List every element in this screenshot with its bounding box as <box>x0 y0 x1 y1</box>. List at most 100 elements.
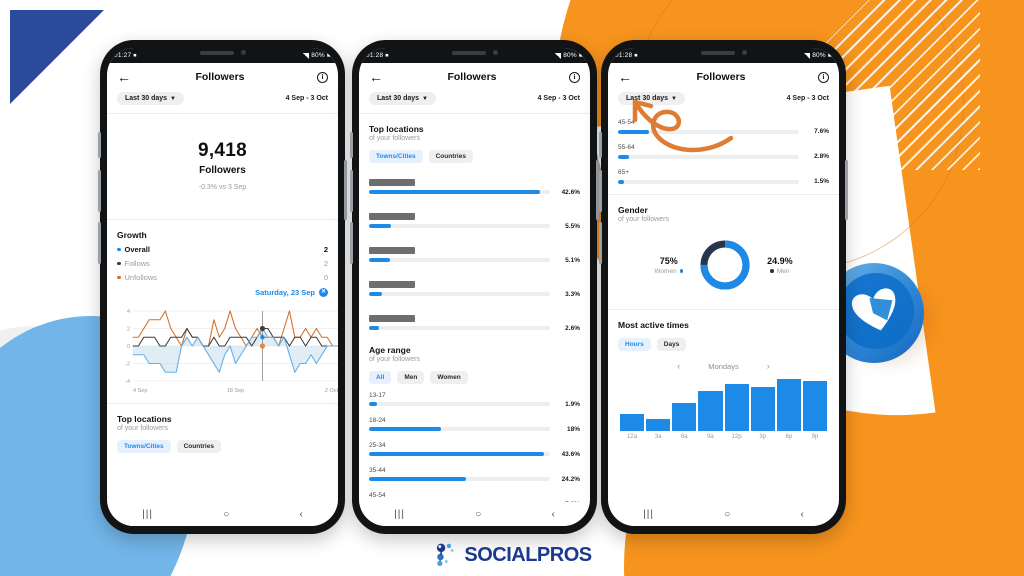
info-circle-icon[interactable]: i <box>317 71 328 83</box>
phone-3-scroll-area[interactable]: 45-54 7.6% 55-64 2.8% 65+ 1.5% Gender of your… <box>608 113 839 502</box>
hour-bar-column[interactable] <box>672 379 697 431</box>
bar-percent: 7.6% <box>814 128 829 135</box>
phone-2-scroll-area[interactable]: Top locations of your followers Towns/Ci… <box>359 114 590 502</box>
hour-bar-column[interactable] <box>802 379 827 431</box>
bar-track <box>369 190 550 195</box>
home-button[interactable]: ○ <box>724 509 730 520</box>
donut-chart-svg <box>700 240 750 290</box>
date-range-selector[interactable]: Last 30 days ▼ <box>117 92 184 105</box>
signal-bars-icon <box>804 52 811 59</box>
bar-row: 2.8% <box>618 153 829 160</box>
bar-item: 25-34 43.6% <box>369 442 580 458</box>
redacted-label <box>369 178 415 186</box>
bar-percent: 43.6% <box>561 450 580 458</box>
tab-countries[interactable]: Countries <box>176 440 221 453</box>
top-locations-subtitle: of your followers <box>369 134 420 142</box>
chevron-right-icon[interactable]: › <box>767 361 770 371</box>
locations-tab-group: Towns/Cities Countries <box>117 440 328 453</box>
legend-dot-unfollows <box>117 275 121 280</box>
phone-2-screen: 01:28 ⏹ 80% ■ ← Followers i Last 30 days… <box>359 48 590 526</box>
navy-triangle-shape <box>10 10 104 104</box>
legend-row-overall[interactable]: Overall 2 <box>117 245 328 254</box>
hour-bar-column[interactable] <box>776 379 801 431</box>
hour-bar-column[interactable] <box>646 379 671 431</box>
close-circle-icon[interactable]: ✕ <box>319 288 328 297</box>
home-button[interactable]: ○ <box>475 509 481 520</box>
info-circle-icon[interactable]: i <box>818 71 829 83</box>
phone-1-scroll-area[interactable]: 9,418 Followers -0.3% vs 3 Sep Growth Ov… <box>107 114 338 502</box>
bar-row: 2.6% <box>369 325 580 332</box>
svg-text:2 Oct: 2 Oct <box>325 388 338 394</box>
hour-bar <box>646 419 671 431</box>
redacted-label <box>369 280 415 288</box>
phone-mockup-1: 01:27 ⏹ 80% ■ ← Followers i Last 30 days… <box>98 40 347 534</box>
tab-days[interactable]: Days <box>656 338 687 351</box>
bar-track <box>618 154 799 159</box>
bar-percent: 2.6% <box>565 324 580 332</box>
legend-row-unfollows[interactable]: Unfollows 0 <box>117 273 328 282</box>
bar-fill <box>618 154 630 159</box>
bar-percent: 1.9% <box>565 400 580 408</box>
status-battery: 80% <box>812 52 826 59</box>
hours-bar-chart[interactable] <box>618 379 829 431</box>
nav-back-button[interactable]: ‹ <box>300 509 303 520</box>
legend-row-follows[interactable]: Follows 2 <box>117 259 328 268</box>
chevron-left-icon[interactable]: ‹ <box>677 361 680 371</box>
date-range-text: 4 Sep - 3 Oct <box>285 95 328 102</box>
hour-bar-column[interactable] <box>750 379 775 431</box>
home-button[interactable]: ○ <box>223 509 229 520</box>
date-range-selector[interactable]: Last 30 days ▼ <box>618 92 685 105</box>
gender-donut-chart[interactable]: 75% Women 24.9% Men <box>618 223 829 301</box>
bar-label: 45-54 <box>369 491 386 499</box>
info-circle-icon[interactable]: i <box>569 71 580 83</box>
bar-row: 7.6% <box>618 128 829 135</box>
bar-item: 18-24 18% <box>369 417 580 433</box>
tab-towns-cities[interactable]: Towns/Cities <box>369 149 423 163</box>
recents-button[interactable]: ||| <box>142 509 153 520</box>
bar-track <box>369 292 550 297</box>
tab-women[interactable]: Women <box>430 370 468 384</box>
hour-bar-column[interactable] <box>620 379 645 431</box>
selected-day-label: Saturday, 23 Sep <box>255 288 315 297</box>
bar-label: 13-17 <box>369 391 386 399</box>
hour-bar-column[interactable] <box>698 379 723 431</box>
bar-label: 65+ <box>618 169 630 176</box>
recents-button[interactable]: ||| <box>643 509 654 520</box>
selected-day-pill[interactable]: Saturday, 23 Sep ✕ <box>117 288 328 297</box>
tab-men[interactable]: Men <box>397 370 425 384</box>
bar-label: 25-34 <box>369 441 386 449</box>
mute-icon: ⏹ <box>634 51 638 59</box>
bar-row: 42.6% <box>369 189 580 196</box>
bar-fill <box>618 179 625 184</box>
date-range-selector[interactable]: Last 30 days ▼ <box>369 92 436 105</box>
tab-all[interactable]: All <box>369 370 392 384</box>
recents-button[interactable]: ||| <box>394 509 405 520</box>
bar-row: 3.3% <box>369 291 580 298</box>
status-battery: 80% <box>311 52 325 59</box>
bar-track <box>369 452 550 457</box>
app-bar: ← Followers i <box>359 63 590 89</box>
gender-women-label: Women <box>654 267 677 275</box>
nav-back-button[interactable]: ‹ <box>801 509 804 520</box>
bar-item: 35-44 24.2% <box>369 467 580 483</box>
tab-countries[interactable]: Countries <box>428 149 473 163</box>
growth-line-chart[interactable]: -4 -2 0 2 4 4 Sep 18 Sep 2 Oct <box>117 305 338 395</box>
gender-section: Gender of your followers 75% Women 24.9%… <box>608 195 839 309</box>
legend-dot-women <box>679 269 684 273</box>
hour-axis-label: 9a <box>707 434 714 440</box>
phone-notch <box>199 50 246 55</box>
bar-item: 5.5% <box>369 205 580 230</box>
hour-bar-column[interactable] <box>724 379 749 431</box>
front-camera <box>492 50 498 55</box>
bar-percent: 24.2% <box>561 475 580 483</box>
gender-women-pct: 75% <box>659 255 678 266</box>
svg-text:-2: -2 <box>125 362 130 368</box>
hour-axis-label: 6p <box>785 434 793 440</box>
nav-back-button[interactable]: ‹ <box>552 509 555 520</box>
age-range-section: Age range of your followers All Men Wome… <box>359 341 590 388</box>
front-camera <box>240 50 246 55</box>
tab-hours[interactable]: Hours <box>618 338 651 351</box>
tab-towns-cities[interactable]: Towns/Cities <box>117 440 171 453</box>
top-locations-section: Top locations of your followers Towns/Ci… <box>107 404 338 461</box>
followers-delta: -0.3% vs 3 Sep <box>198 184 247 191</box>
